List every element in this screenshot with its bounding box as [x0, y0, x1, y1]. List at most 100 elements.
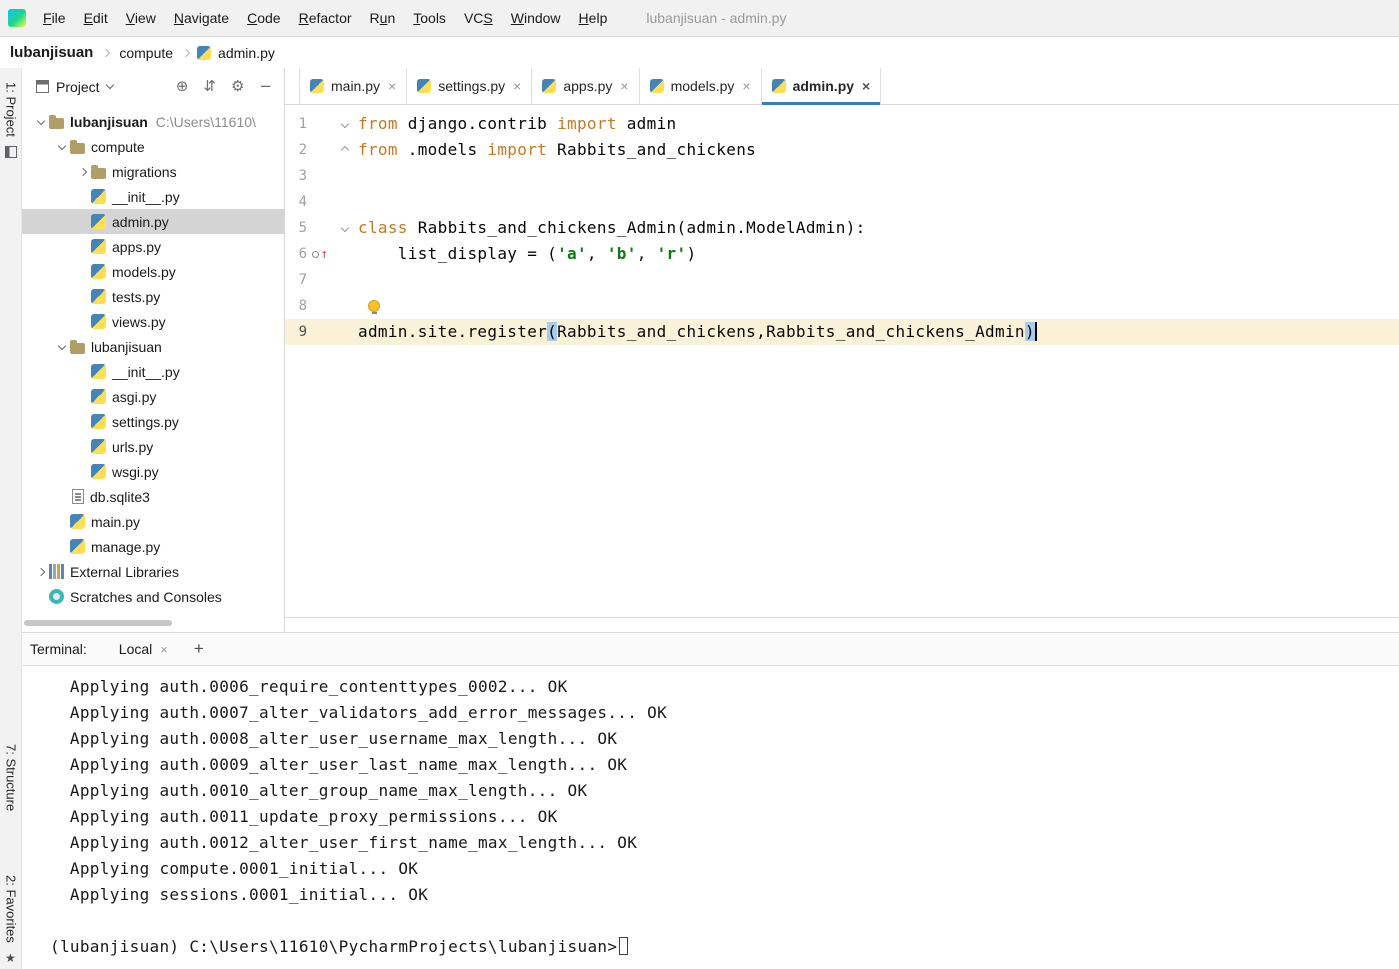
editor-tab-settings-py[interactable]: settings.py × — [407, 68, 533, 104]
tree-item-label: lubanjisuan — [70, 113, 148, 130]
menu-window[interactable]: Window — [502, 0, 570, 36]
chevron-down-icon[interactable] — [105, 80, 114, 90]
code-text: class Rabbits_and_chickens_Admin(admin.M… — [358, 218, 866, 237]
settings-icon[interactable]: ⚙ — [231, 79, 244, 94]
tree-item-lubanjisuan[interactable]: lubanjisuan — [22, 334, 284, 359]
menu-tools[interactable]: Tools — [404, 0, 455, 36]
menu-help[interactable]: Help — [570, 0, 617, 36]
close-icon[interactable]: × — [160, 642, 168, 657]
close-icon[interactable]: × — [620, 78, 628, 94]
tree-item-label: manage.py — [91, 538, 161, 555]
project-toolbar-icons: ⊕ ⇵ ⚙ − — [176, 79, 272, 94]
tree-item-models-py[interactable]: models.py — [22, 259, 284, 284]
tree-item-compute[interactable]: compute — [22, 134, 284, 159]
code-text — [358, 293, 386, 319]
tree-item-label: main.py — [91, 513, 141, 530]
folder-icon — [70, 339, 85, 354]
code-line-6: 6 ↑ list_display = ('a', 'b', 'r') — [285, 241, 1399, 267]
breadcrumb-item-project[interactable]: lubanjisuan — [8, 44, 95, 61]
tree-item-label: __init__.py — [112, 363, 180, 380]
tree-item-urls-py[interactable]: urls.py — [22, 434, 284, 459]
horizontal-scrollbar-thumb[interactable] — [24, 620, 172, 626]
close-icon[interactable]: × — [388, 78, 396, 94]
intention-bulb-icon[interactable] — [368, 300, 380, 314]
close-icon[interactable]: × — [862, 78, 870, 94]
editor-tab-main-py[interactable]: main.py × — [299, 68, 408, 104]
menu-file[interactable]: File — [34, 0, 75, 36]
line-number: 9 — [298, 324, 307, 340]
line-number: 3 — [298, 168, 307, 184]
terminal-line: Applying auth.0012_alter_user_first_name… — [50, 833, 638, 852]
menu-vcs[interactable]: VCS — [455, 0, 502, 36]
chevron-down-icon[interactable] — [32, 116, 49, 125]
tree-item-apps-py[interactable]: apps.py — [22, 234, 284, 259]
tree-item--init-py[interactable]: __init__.py — [22, 359, 284, 384]
editor-tab-models-py[interactable]: models.py × — [640, 68, 762, 104]
tree-item-wsgi-py[interactable]: wsgi.py — [22, 459, 284, 484]
hide-icon[interactable]: − — [259, 79, 272, 94]
tree-item-manage-py[interactable]: manage.py — [22, 534, 284, 559]
fold-down-icon[interactable] — [334, 223, 355, 233]
tree-item-label: External Libraries — [70, 563, 179, 580]
editor-tab-admin-py[interactable]: admin.py × — [761, 68, 882, 105]
chevron-down-icon[interactable] — [53, 141, 70, 150]
code-line-3: 3 — [285, 163, 1399, 189]
project-toolbar: Project ⊕ ⇵ ⚙ − — [22, 68, 284, 105]
code-line-5: 5 class Rabbits_and_chickens_Admin(admin.… — [285, 215, 1399, 241]
fold-down-icon[interactable] — [334, 119, 355, 129]
editor-tab-apps-py[interactable]: apps.py × — [532, 68, 640, 104]
tree-item-lubanjisuan[interactable]: lubanjisuan C:\Users\11610\ — [22, 109, 284, 134]
code-editor[interactable]: 1 from django.contrib import admin 2 from .… — [285, 105, 1399, 618]
chevron-down-icon[interactable] — [53, 341, 70, 350]
menu-code[interactable]: Code — [238, 0, 289, 36]
tool-window-button-favorites[interactable]: 2: Favorites — [0, 875, 22, 943]
tree-item-scratches-and-consoles[interactable]: Scratches and Consoles — [22, 584, 284, 609]
code-line-1: 1 from django.contrib import admin — [285, 111, 1399, 137]
menu-view[interactable]: View — [117, 0, 165, 36]
tree-item-migrations[interactable]: migrations — [22, 159, 284, 184]
favorites-star-icon[interactable]: ★ — [5, 951, 16, 965]
python-icon — [70, 514, 85, 529]
breadcrumb-item-package[interactable]: compute — [117, 45, 175, 61]
python-file-icon — [771, 79, 786, 93]
code-line-8: 8 — [285, 293, 1399, 319]
tree-item-admin-py[interactable]: admin.py — [22, 209, 284, 234]
terminal-output[interactable]: Applying auth.0006_require_contenttypes_… — [22, 666, 1399, 969]
close-icon[interactable]: × — [742, 78, 750, 94]
menu-refactor[interactable]: Refactor — [290, 0, 361, 36]
python-file-icon — [417, 79, 432, 93]
menu-run[interactable]: Run — [361, 0, 405, 36]
close-icon[interactable]: × — [513, 78, 521, 94]
chevron-right-icon[interactable] — [32, 567, 49, 576]
python-icon — [91, 364, 106, 379]
chevron-right-icon — [102, 48, 111, 57]
tree-item-settings-py[interactable]: settings.py — [22, 409, 284, 434]
locate-icon[interactable]: ⊕ — [176, 79, 189, 94]
tab-label: apps.py — [563, 78, 613, 94]
python-icon — [91, 439, 106, 454]
collapse-all-icon[interactable]: ⇵ — [203, 79, 216, 94]
library-icon — [49, 564, 64, 579]
tree-item-tests-py[interactable]: tests.py — [22, 284, 284, 309]
tree-item-label: urls.py — [112, 438, 154, 455]
fold-up-icon[interactable] — [334, 145, 355, 155]
chevron-right-icon[interactable] — [74, 167, 91, 176]
terminal-header: Terminal: Local × + — [22, 633, 1399, 666]
terminal-tab-local[interactable]: Local × — [113, 633, 174, 665]
tree-item-db-sqlite3[interactable]: db.sqlite3 — [22, 484, 284, 509]
tool-window-button-structure[interactable]: 7: Structure — [0, 744, 22, 811]
menu-navigate[interactable]: Navigate — [165, 0, 238, 36]
tree-item-main-py[interactable]: main.py — [22, 509, 284, 534]
tree-item--init-py[interactable]: __init__.py — [22, 184, 284, 209]
folder-icon — [49, 114, 64, 129]
project-view-selector[interactable]: Project — [56, 79, 100, 95]
tree-item-external-libraries[interactable]: External Libraries — [22, 559, 284, 584]
tree-item-asgi-py[interactable]: asgi.py — [22, 384, 284, 409]
tree-item-views-py[interactable]: views.py — [22, 309, 284, 334]
text-caret — [1034, 322, 1037, 341]
new-session-plus-icon[interactable]: + — [194, 639, 204, 659]
tool-window-button-project[interactable]: 1: Project — [0, 82, 22, 158]
override-gutter-icon[interactable]: ↑ — [307, 248, 334, 261]
menu-edit[interactable]: Edit — [75, 0, 117, 36]
breadcrumb-item-file[interactable]: admin.py — [216, 45, 277, 61]
